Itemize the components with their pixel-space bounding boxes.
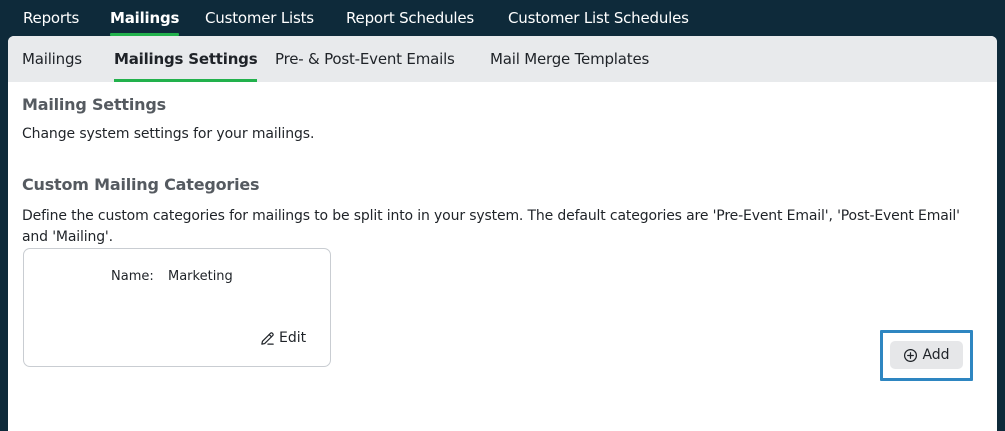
top-tab-mailings[interactable]: Mailings	[110, 9, 180, 36]
top-nav: Reports Mailings Customer Lists Report S…	[0, 0, 1005, 36]
add-category-button[interactable]: Add	[890, 341, 963, 369]
category-name-label: Name:	[111, 269, 154, 284]
custom-categories-heading: Custom Mailing Categories	[22, 175, 260, 194]
category-name-value: Marketing	[168, 269, 233, 284]
sub-tab-mail-merge-templates[interactable]: Mail Merge Templates	[490, 50, 649, 82]
sub-tab-mailings[interactable]: Mailings	[22, 50, 82, 82]
top-tab-report-schedules[interactable]: Report Schedules	[346, 9, 474, 36]
category-card: Name: Marketing Edit	[23, 248, 331, 367]
pencil-icon	[261, 331, 274, 345]
mailing-settings-heading: Mailing Settings	[22, 95, 166, 114]
custom-categories-description: Define the custom categories for mailing…	[22, 208, 960, 245]
edit-category-button[interactable]: Edit	[260, 328, 306, 348]
sub-tab-mailings-settings[interactable]: Mailings Settings	[114, 50, 258, 82]
top-tab-customer-lists[interactable]: Customer Lists	[205, 9, 314, 36]
sub-tab-pre-post-event-emails[interactable]: Pre- & Post-Event Emails	[275, 50, 455, 82]
main-panel: Mailings Mailings Settings Pre- & Post-E…	[8, 36, 997, 431]
plus-circle-icon	[904, 348, 918, 362]
add-label: Add	[922, 347, 950, 363]
edit-label: Edit	[279, 330, 307, 346]
sub-nav: Mailings Mailings Settings Pre- & Post-E…	[8, 36, 997, 82]
top-tab-reports[interactable]: Reports	[23, 9, 79, 36]
top-tab-customer-list-schedules[interactable]: Customer List Schedules	[508, 9, 689, 36]
mailing-settings-description: Change system settings for your mailings…	[22, 126, 315, 142]
